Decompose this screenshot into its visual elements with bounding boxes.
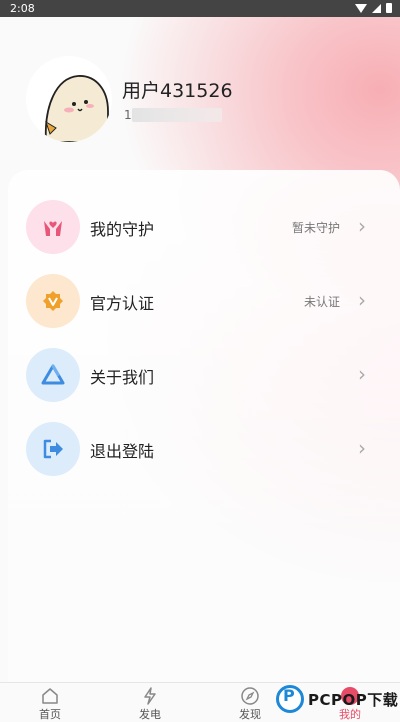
status-time: 2:08 (10, 2, 35, 15)
guard-icon (26, 200, 80, 254)
verified-badge-icon (26, 274, 80, 328)
watermark-letter: P (283, 686, 295, 705)
user-id-mask (132, 108, 222, 122)
menu-card: 我的守护 暂未守护 › 官方认证 未认证 › 关于我们 › 退出登陆 › (8, 170, 400, 690)
lightning-icon (144, 687, 156, 705)
chevron-right-icon: › (358, 436, 366, 460)
logout-icon (26, 422, 80, 476)
profile-header[interactable]: 用户431526 1 (26, 56, 386, 146)
menu-item-label: 官方认证 (90, 294, 155, 313)
avatar[interactable] (26, 56, 112, 142)
compass-icon (241, 687, 259, 705)
status-bar: 2:08 (0, 0, 400, 17)
about-icon (26, 348, 80, 402)
menu-item-status: 暂未守护 (291, 221, 340, 235)
tab-home[interactable]: 首页 (20, 683, 80, 721)
signal-icon (372, 3, 381, 13)
menu-item-verification[interactable]: 官方认证 未认证 › (26, 274, 366, 328)
menu-item-label: 我的守护 (90, 220, 155, 239)
menu-item-logout[interactable]: 退出登陆 › (26, 422, 366, 476)
user-id: 1 (124, 108, 132, 122)
watermark-text: PCPOP下载 (308, 691, 399, 709)
menu-item-label: 关于我们 (90, 368, 155, 387)
battery-icon (386, 3, 392, 13)
tab-charge[interactable]: 发电 (120, 683, 180, 721)
tab-discover[interactable]: 发现 (220, 683, 280, 721)
home-icon (42, 688, 58, 704)
chevron-right-icon: › (358, 214, 366, 238)
wifi-icon (355, 3, 367, 13)
menu-item-guard[interactable]: 我的守护 暂未守护 › (26, 200, 366, 254)
menu-item-status: 未认证 (303, 295, 340, 309)
chevron-right-icon: › (358, 362, 366, 386)
chevron-right-icon: › (358, 288, 366, 312)
menu-item-about[interactable]: 关于我们 › (26, 348, 366, 402)
menu-item-label: 退出登陆 (90, 442, 155, 461)
username: 用户431526 (122, 80, 233, 102)
status-icons (355, 3, 392, 13)
watermark-logo: P PCPOP下载 (276, 683, 400, 720)
